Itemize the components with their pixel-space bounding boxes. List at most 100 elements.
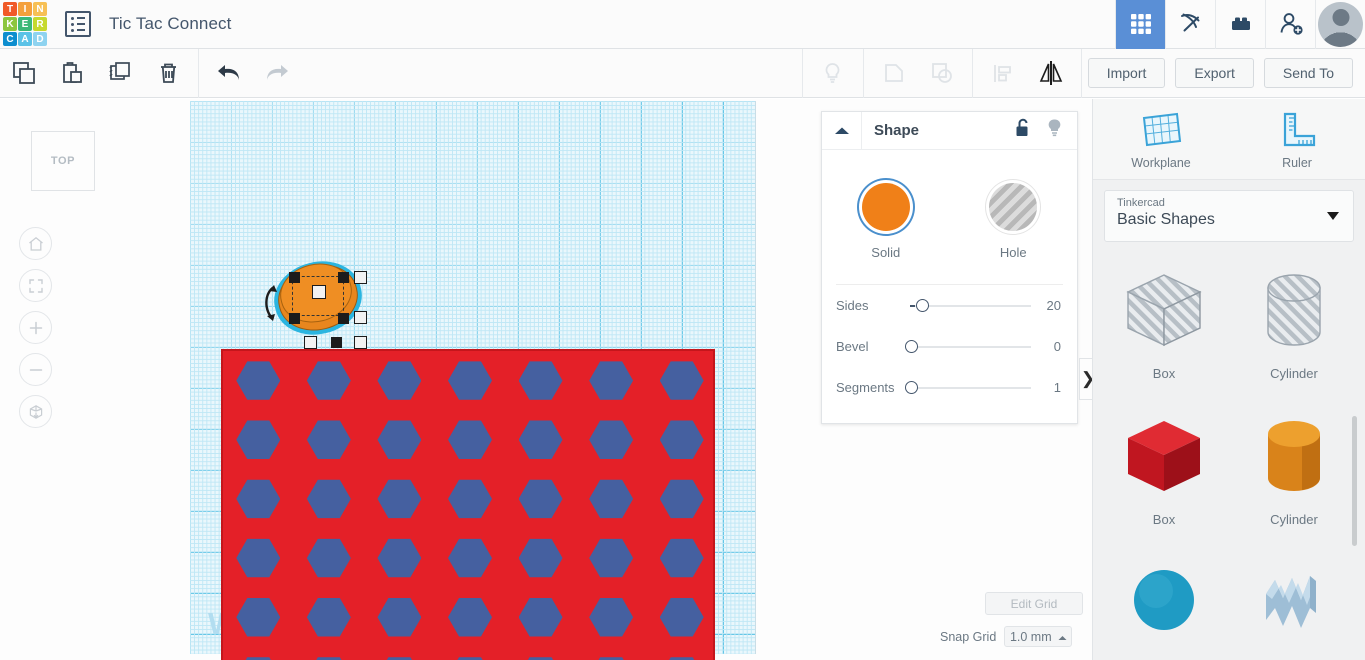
- export-button[interactable]: Export: [1175, 58, 1253, 88]
- solid-swatch[interactable]: [862, 183, 910, 231]
- board-hole: [307, 479, 351, 519]
- paste-icon[interactable]: [48, 49, 96, 97]
- bevel-value: 0: [1031, 339, 1077, 354]
- sidebar-item-workplane[interactable]: Workplane: [1093, 99, 1229, 179]
- sidebar-tools: Workplane Ruler: [1093, 99, 1365, 180]
- shape-properties-panel: Shape Solid: [821, 111, 1078, 424]
- segments-slider-row: Segments 1: [822, 367, 1077, 408]
- list-item[interactable]: Cylinder: [1229, 254, 1359, 394]
- copy-icon[interactable]: [0, 49, 48, 97]
- resize-handle[interactable]: [338, 272, 349, 283]
- lightbulb-icon[interactable]: [1046, 118, 1063, 143]
- hole-option[interactable]: Hole: [965, 183, 1061, 260]
- tinkercad-logo[interactable]: T I N K E R C A D: [3, 2, 47, 46]
- shape-label: Box: [1153, 366, 1175, 381]
- add-person-icon[interactable]: [1265, 0, 1315, 49]
- logo-tile: K: [3, 17, 17, 31]
- logo-tile: C: [3, 32, 17, 46]
- group-icon[interactable]: [870, 49, 918, 97]
- list-item[interactable]: Box: [1099, 400, 1229, 540]
- edit-grid-button[interactable]: Edit Grid: [985, 592, 1083, 615]
- import-button[interactable]: Import: [1088, 58, 1166, 88]
- snap-grid-value: 1.0 mm: [1010, 630, 1052, 644]
- zoom-in-icon[interactable]: [19, 311, 52, 344]
- sidebar-item-ruler[interactable]: Ruler: [1229, 99, 1365, 179]
- send-to-button[interactable]: Send To: [1264, 58, 1353, 88]
- mirror-icon[interactable]: [1027, 49, 1075, 97]
- header-actions: [1115, 0, 1365, 49]
- delete-trash-icon[interactable]: [144, 49, 192, 97]
- rotate-handle[interactable]: [258, 283, 280, 323]
- board-hole: [660, 420, 704, 460]
- avatar[interactable]: [1315, 0, 1365, 49]
- board-hole: [448, 538, 492, 578]
- board-hole: [589, 420, 633, 460]
- snap-grid-select[interactable]: 1.0 mm: [1004, 626, 1072, 647]
- board-hole: [236, 597, 280, 637]
- shape-panel-header: Shape: [822, 112, 1077, 150]
- board-hole: [519, 361, 563, 401]
- bevel-slider[interactable]: [910, 337, 1031, 357]
- pickaxe-icon[interactable]: [1165, 0, 1215, 49]
- shape-list: Box Cylinder Box: [1099, 254, 1359, 654]
- list-item[interactable]: Box: [1099, 254, 1229, 394]
- sides-slider[interactable]: [910, 296, 1031, 316]
- solid-option[interactable]: Solid: [838, 183, 934, 260]
- redo-icon[interactable]: [253, 49, 301, 97]
- align-icon[interactable]: [979, 49, 1027, 97]
- blocks-icon[interactable]: [1215, 0, 1265, 49]
- selected-cylinder[interactable]: [270, 259, 366, 339]
- view-cube[interactable]: TOP: [31, 131, 95, 191]
- sphere-thumbnail: [1116, 558, 1212, 650]
- list-item[interactable]: Sphere: [1099, 546, 1229, 654]
- shape-library-select[interactable]: Tinkercad Basic Shapes: [1104, 190, 1354, 242]
- segments-slider[interactable]: [910, 378, 1031, 398]
- sidebar-scrollbar[interactable]: [1352, 416, 1357, 546]
- corner-handle[interactable]: [304, 336, 317, 349]
- shapes-sidebar: Workplane Ruler Tinkercad Basic Shapes: [1092, 99, 1365, 660]
- hole-swatch[interactable]: [989, 183, 1037, 231]
- resize-handle[interactable]: [289, 272, 300, 283]
- board-hole: [660, 656, 704, 660]
- ungroup-icon[interactable]: [918, 49, 966, 97]
- list-item[interactable]: Scribble: [1229, 546, 1359, 654]
- edge-handle[interactable]: [331, 337, 342, 348]
- orthographic-toggle-icon[interactable]: [19, 395, 52, 428]
- board-hole: [236, 538, 280, 578]
- board-hole: [519, 597, 563, 637]
- zoom-out-icon[interactable]: [19, 353, 52, 386]
- grid-view-icon[interactable]: [1115, 0, 1165, 49]
- board-hole: [589, 597, 633, 637]
- sides-slider-row: Sides 20: [822, 285, 1077, 326]
- sides-value: 20: [1031, 298, 1077, 313]
- logo-tile: A: [18, 32, 32, 46]
- workplane-icon: [1137, 109, 1185, 151]
- height-handle[interactable]: [312, 285, 326, 299]
- board-hole: [307, 656, 351, 660]
- bevel-slider-row: Bevel 0: [822, 326, 1077, 367]
- corner-handle[interactable]: [354, 336, 367, 349]
- tinkercad-app: T I N K E R C A D Tic Tac Connect: [0, 0, 1365, 660]
- board-hole: [236, 361, 280, 401]
- resize-handle[interactable]: [289, 313, 300, 324]
- resize-handle[interactable]: [338, 313, 349, 324]
- board-hole: [589, 361, 633, 401]
- list-menu-icon[interactable]: [65, 11, 91, 37]
- unlock-icon[interactable]: [1015, 118, 1032, 143]
- corner-handle[interactable]: [354, 311, 367, 324]
- library-owner-label: Tinkercad: [1117, 197, 1341, 209]
- board-hole: [589, 479, 633, 519]
- connect-four-board[interactable]: [221, 349, 715, 660]
- list-item[interactable]: Cylinder: [1229, 400, 1359, 540]
- fit-to-view-icon[interactable]: [19, 269, 52, 302]
- undo-icon[interactable]: [205, 49, 253, 97]
- duplicate-icon[interactable]: [96, 49, 144, 97]
- corner-handle[interactable]: [354, 271, 367, 284]
- home-view-icon[interactable]: [19, 227, 52, 260]
- shape-panel-title: Shape: [874, 122, 919, 139]
- snap-grid-row: Snap Grid 1.0 mm: [940, 626, 1072, 647]
- lightbulb-icon[interactable]: [809, 49, 857, 97]
- triangle-up-icon[interactable]: [822, 112, 862, 150]
- shape-panel-icons: [1015, 118, 1077, 143]
- logo-tile: N: [33, 2, 47, 16]
